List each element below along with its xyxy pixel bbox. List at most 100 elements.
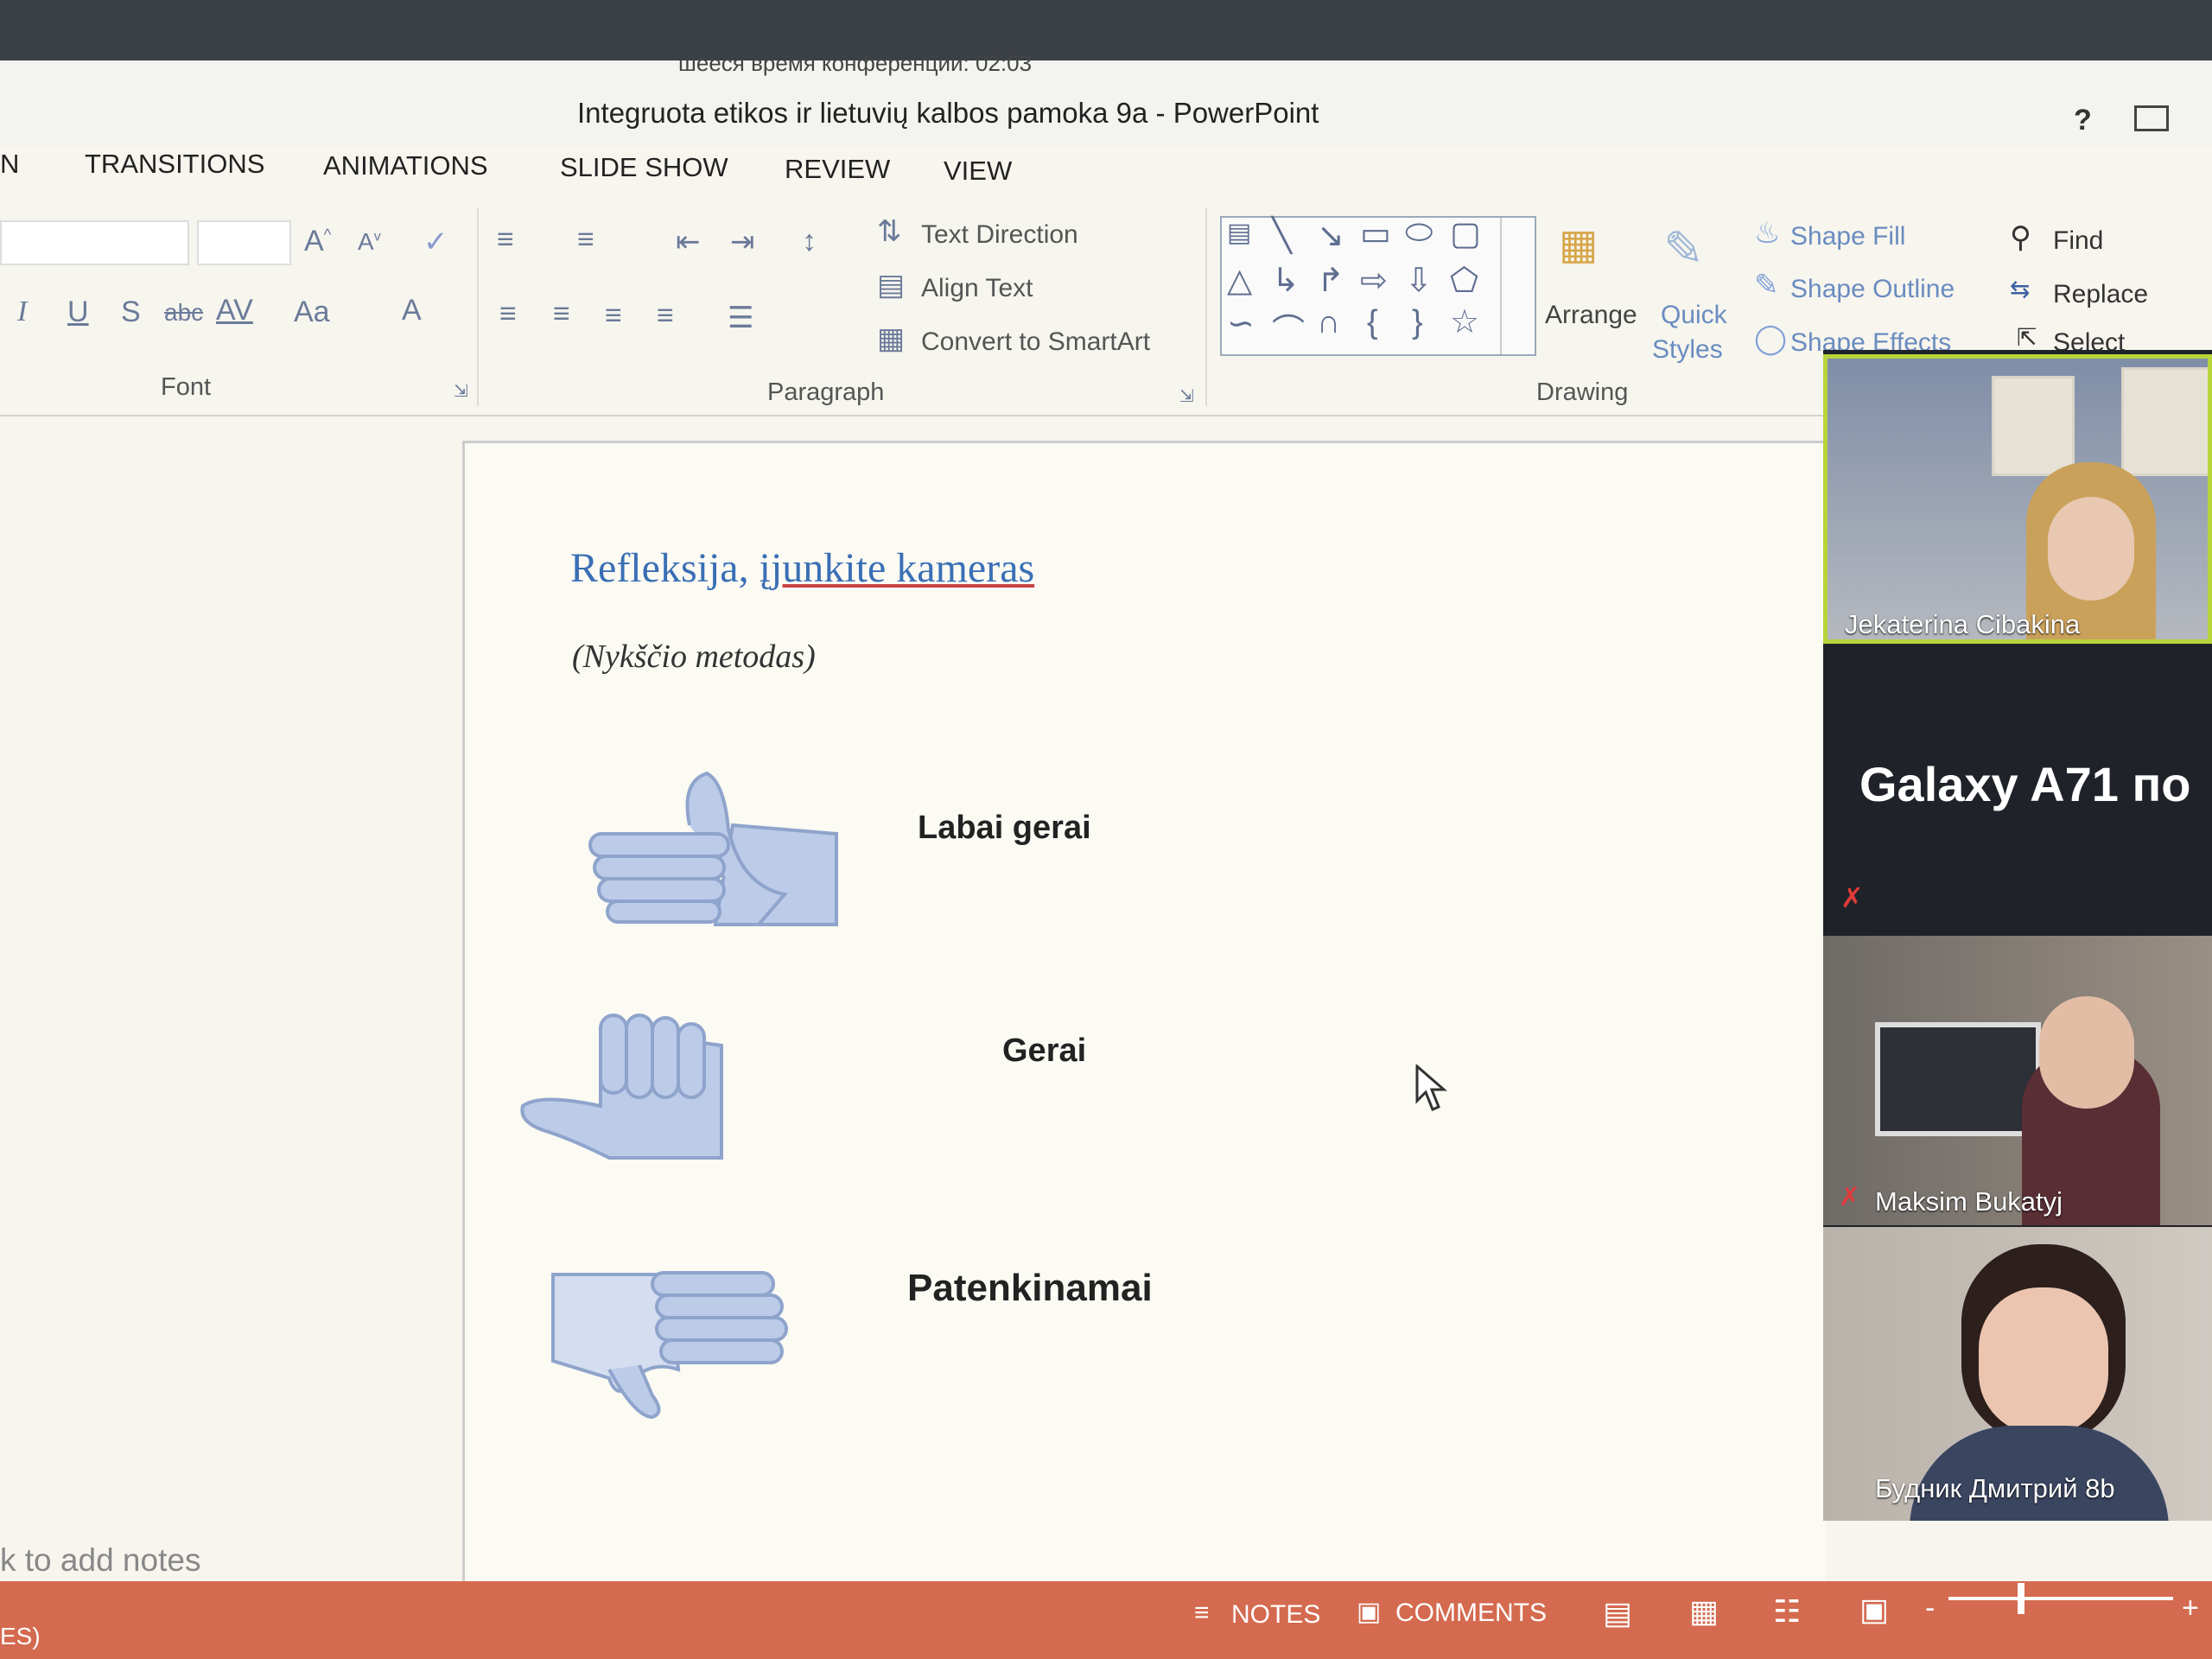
replace-icon[interactable]: ⇆ [2010, 275, 2030, 303]
notes-toggle-icon[interactable]: ≡ [1194, 1599, 1210, 1628]
align-center-icon[interactable]: ≡ [553, 297, 570, 331]
curve-shape-icon[interactable]: ∽ [1227, 304, 1255, 343]
ribbon: A^ Av ✓ I U S abc AV Aa A Font ⇲ ≡ ≡ ⇤ ⇥… [0, 199, 1955, 416]
justify-icon[interactable]: ≡ [657, 299, 674, 333]
gallery-scroll[interactable] [1500, 218, 1535, 354]
elbow-arrow-shape-icon[interactable]: ↱ [1317, 261, 1344, 300]
find-button[interactable]: Find [2053, 226, 2103, 256]
participant-tile[interactable]: Galaxy A71 по ✗ [1823, 644, 2212, 920]
comments-button[interactable]: COMMENTS [1395, 1599, 1547, 1628]
reading-view-icon[interactable]: ☷ [1773, 1593, 1801, 1630]
italic-button[interactable]: I [17, 296, 27, 328]
rounded-rectangle-shape-icon[interactable]: ▢ [1450, 214, 1481, 253]
replace-button[interactable]: Replace [2053, 280, 2148, 309]
rating-label-good: Gerai [1002, 1033, 1087, 1069]
font-color-button[interactable]: A [402, 294, 422, 327]
background-monitor [1875, 1022, 2041, 1136]
participant-tile[interactable]: Будник Дмитрий 8b [1823, 1227, 2212, 1521]
left-brace-shape-icon[interactable]: { [1367, 304, 1378, 341]
elbow-connector-shape-icon[interactable]: ↳ [1272, 261, 1300, 300]
tab-review[interactable]: REVIEW [785, 154, 890, 185]
drawing-group-label: Drawing [1536, 378, 1629, 406]
notes-placeholder[interactable]: k to add notes [0, 1542, 200, 1579]
tab-slide-show[interactable]: SLIDE SHOW [560, 152, 728, 183]
zoom-slider-thumb[interactable] [2018, 1583, 2024, 1614]
arrange-icon[interactable]: ▦ [1559, 220, 1598, 269]
thumbs-sideways-image [520, 1014, 723, 1160]
right-arrow-shape-icon[interactable]: ⇨ [1360, 261, 1388, 300]
increase-indent-icon[interactable]: ⇥ [730, 225, 755, 259]
comments-icon[interactable]: ▣ [1357, 1597, 1381, 1627]
rectangle-shape-icon[interactable]: ▭ [1360, 214, 1391, 253]
muted-mic-icon: ✗ [1839, 1183, 1861, 1211]
underline-button[interactable]: U [67, 296, 89, 329]
decrease-indent-icon[interactable]: ⇤ [676, 225, 701, 259]
quick-styles-label-2[interactable]: Styles [1652, 335, 1723, 365]
paragraph-group-label: Paragraph [767, 378, 885, 406]
line-spacing-icon[interactable]: ↕ [802, 225, 817, 258]
arc-shape-icon[interactable]: ⌒ [1272, 304, 1305, 352]
help-button[interactable]: ? [2074, 104, 2092, 137]
font-dialog-launcher-icon[interactable]: ⇲ [454, 380, 468, 402]
text-direction-icon[interactable]: ⇅ [877, 214, 902, 249]
shape-outline-icon[interactable]: ✎ [1754, 268, 1779, 302]
text-shadow-button[interactable]: S [121, 296, 141, 329]
font-size-dropdown[interactable] [197, 220, 291, 265]
font-name-dropdown[interactable] [0, 220, 189, 265]
notes-toggle-button[interactable]: NOTES [1231, 1600, 1320, 1630]
participant-tile[interactable]: Jekaterina Cibakina [1823, 354, 2212, 644]
columns-icon[interactable]: ☰ [728, 301, 753, 335]
tab-animations[interactable]: ANIMATIONS [323, 150, 488, 181]
shape-effects-icon[interactable]: ◯ [1754, 321, 1787, 356]
slide-title-link[interactable]: įjunkite kameras [760, 545, 1035, 591]
shape-fill-button[interactable]: Shape Fill [1790, 222, 1905, 251]
select-icon[interactable]: ⇱ [2017, 323, 2037, 352]
slide-sorter-icon[interactable]: ▦ [1689, 1593, 1719, 1630]
arrow-line-shape-icon[interactable]: ↘ [1317, 216, 1344, 255]
line-shape-icon[interactable]: ╲ [1272, 216, 1292, 255]
numbering-icon[interactable]: ≡ [577, 223, 594, 257]
wave-shape-icon[interactable]: ∩ [1317, 304, 1340, 341]
triangle-shape-icon[interactable]: △ [1227, 261, 1252, 300]
shapes-gallery[interactable]: ▤ ╲ ↘ ▭ ⬭ ▢ △ ↳ ↱ ⇨ ⇩ ⬠ ∽ ⌒ ∩ { } ☆ [1220, 214, 1536, 356]
shape-fill-icon[interactable]: ♨ [1754, 216, 1780, 251]
align-text-icon[interactable]: ▤ [877, 268, 905, 302]
align-left-icon[interactable]: ≡ [499, 297, 517, 331]
change-case-button[interactable]: Aa [294, 296, 330, 329]
text-direction-button[interactable]: Text Direction [921, 220, 1078, 250]
arrange-button[interactable]: Arrange [1545, 301, 1637, 330]
group-separator [477, 207, 479, 406]
tab-transitions[interactable]: TRANSITIONS [85, 149, 264, 180]
freeform-shape-icon[interactable]: ⬠ [1450, 261, 1478, 300]
ribbon-display-options-button[interactable] [2134, 105, 2169, 131]
convert-to-smartart-button[interactable]: Convert to SmartArt [921, 327, 1150, 357]
decrease-font-size-icon[interactable]: Av [358, 228, 381, 256]
paragraph-dialog-launcher-icon[interactable]: ⇲ [1179, 385, 1194, 407]
shape-outline-button[interactable]: Shape Outline [1790, 275, 1955, 304]
quick-styles-icon[interactable]: ✎ [1663, 220, 1704, 277]
increase-font-size-icon[interactable]: A^ [304, 225, 331, 258]
bullets-icon[interactable]: ≡ [497, 223, 514, 257]
zoom-in-button[interactable]: + [2182, 1592, 2199, 1625]
zoom-slider-track[interactable] [1948, 1597, 2173, 1600]
normal-view-icon[interactable]: ▤ [1603, 1595, 1632, 1631]
slide-title[interactable]: Refleksija, įjunkite kameras [570, 544, 1034, 592]
strikethrough-button[interactable]: abc [164, 299, 203, 327]
right-brace-shape-icon[interactable]: } [1412, 304, 1423, 341]
tab-view[interactable]: VIEW [944, 156, 1012, 187]
zoom-out-button[interactable]: - [1925, 1592, 1935, 1625]
text-box-shape-icon[interactable]: ▤ [1227, 218, 1251, 248]
star-shape-icon[interactable]: ☆ [1450, 302, 1479, 341]
participant-tile[interactable]: Maksim Bukatyj ✗ [1823, 936, 2212, 1225]
clear-formatting-icon[interactable]: ✓ [423, 225, 448, 259]
slide-show-icon[interactable]: ▣ [1859, 1592, 1889, 1628]
down-arrow-shape-icon[interactable]: ⇩ [1405, 261, 1433, 300]
tab-design[interactable]: N [0, 149, 19, 180]
oval-shape-icon[interactable]: ⬭ [1405, 214, 1433, 251]
character-spacing-button[interactable]: AV [216, 294, 253, 327]
align-text-button[interactable]: Align Text [921, 274, 1033, 303]
smartart-icon[interactable]: ▦ [877, 321, 905, 356]
find-icon[interactable]: ⚲ [2010, 220, 2031, 255]
quick-styles-label-1[interactable]: Quick [1661, 301, 1727, 330]
align-right-icon[interactable]: ≡ [605, 299, 622, 333]
